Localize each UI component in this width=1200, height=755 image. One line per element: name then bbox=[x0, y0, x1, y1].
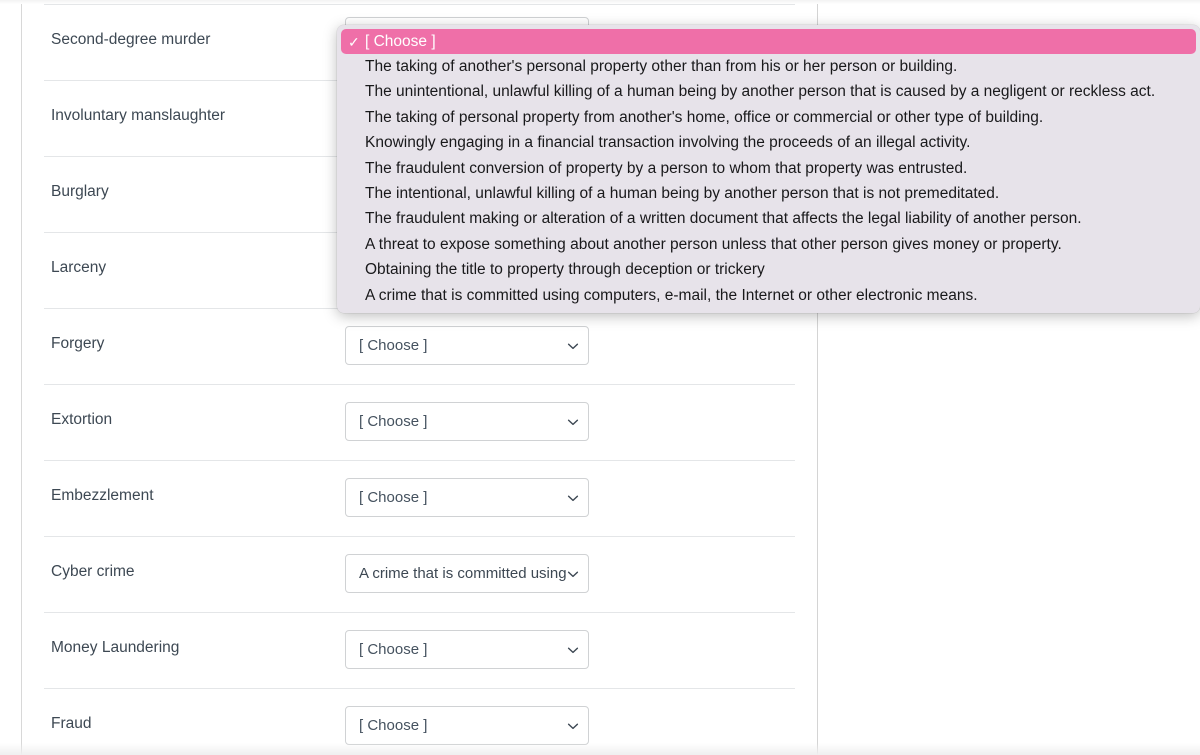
dropdown-option[interactable]: ✓The fraudulent making or alteration of … bbox=[337, 207, 1200, 232]
dropdown-option[interactable]: ✓The intentional, unlawful killing of a … bbox=[337, 181, 1200, 206]
check-icon: ✓ bbox=[348, 263, 365, 277]
dropdown-option[interactable]: ✓The fraudulent conversion of property b… bbox=[337, 156, 1200, 181]
row-divider bbox=[44, 536, 795, 537]
row-divider bbox=[44, 688, 795, 689]
select-value: [ Choose ] bbox=[359, 718, 566, 733]
dropdown-option[interactable]: ✓The taking of another's personal proper… bbox=[337, 54, 1200, 79]
dropdown-option-label: A crime that is committed using computer… bbox=[365, 287, 978, 305]
term-label: Extortion bbox=[51, 410, 112, 430]
answer-select-9[interactable]: [ Choose ] bbox=[345, 630, 589, 669]
term-label: Embezzlement bbox=[51, 486, 154, 506]
check-icon: ✓ bbox=[348, 60, 365, 74]
term-label: Second-degree murder bbox=[51, 30, 210, 50]
dropdown-option-label: The taking of personal property from ano… bbox=[365, 109, 1043, 127]
dropdown-option-label: [ Choose ] bbox=[365, 33, 436, 51]
check-icon: ✓ bbox=[348, 212, 365, 226]
select-value: A crime that is committed using computer… bbox=[359, 566, 566, 581]
select-value: [ Choose ] bbox=[359, 490, 566, 505]
dropdown-option-label: Knowingly engaging in a financial transa… bbox=[365, 134, 970, 152]
term-label: Cyber crime bbox=[51, 562, 135, 582]
dropdown-option[interactable]: ✓A crime that is committed using compute… bbox=[337, 283, 1200, 308]
answer-select-6[interactable]: [ Choose ] bbox=[345, 402, 589, 441]
dropdown-option-label: The fraudulent conversion of property by… bbox=[365, 160, 967, 178]
dropdown-option[interactable]: ✓[ Choose ] bbox=[341, 29, 1196, 54]
dropdown-option[interactable]: ✓Obtaining the title to property through… bbox=[337, 258, 1200, 283]
check-icon: ✓ bbox=[348, 35, 365, 49]
dropdown-option-label: The taking of another's personal propert… bbox=[365, 58, 957, 76]
select-value: [ Choose ] bbox=[359, 338, 566, 353]
answer-select-7[interactable]: [ Choose ] bbox=[345, 478, 589, 517]
dropdown-option[interactable]: ✓A threat to expose something about anot… bbox=[337, 232, 1200, 257]
check-icon: ✓ bbox=[348, 289, 365, 303]
check-icon: ✓ bbox=[348, 238, 365, 252]
chevron-down-icon bbox=[566, 643, 580, 657]
term-label: Burglary bbox=[51, 182, 109, 202]
select-dropdown-popup[interactable]: ✓[ Choose ]✓The taking of another's pers… bbox=[337, 25, 1200, 313]
dropdown-option-label: The unintentional, unlawful killing of a… bbox=[365, 83, 1155, 101]
dropdown-option-label: A threat to expose something about anoth… bbox=[365, 236, 1062, 254]
row-divider bbox=[44, 4, 795, 5]
chevron-down-icon bbox=[566, 491, 580, 505]
dropdown-option[interactable]: ✓Knowingly engaging in a financial trans… bbox=[337, 131, 1200, 156]
term-label: Money Laundering bbox=[51, 638, 179, 658]
check-icon: ✓ bbox=[348, 85, 365, 99]
chevron-down-icon bbox=[566, 719, 580, 733]
row-divider bbox=[44, 612, 795, 613]
row-divider bbox=[44, 460, 795, 461]
chevron-down-icon bbox=[566, 339, 580, 353]
term-label: Fraud bbox=[51, 714, 92, 734]
quiz-matching-page: Second-degree murder [ Choose ] Involuntar… bbox=[0, 0, 1200, 755]
dropdown-option[interactable]: ✓The taking of personal property from an… bbox=[337, 105, 1200, 130]
check-icon: ✓ bbox=[348, 111, 365, 125]
dropdown-option-label: The fraudulent making or alteration of a… bbox=[365, 210, 1082, 228]
term-label: Larceny bbox=[51, 258, 106, 278]
answer-select-10[interactable]: [ Choose ] bbox=[345, 706, 589, 745]
chevron-down-icon bbox=[566, 567, 580, 581]
term-label: Forgery bbox=[51, 334, 104, 354]
answer-select-5[interactable]: [ Choose ] bbox=[345, 326, 589, 365]
dropdown-option-label: Obtaining the title to property through … bbox=[365, 261, 765, 279]
select-value: [ Choose ] bbox=[359, 642, 566, 657]
check-icon: ✓ bbox=[348, 187, 365, 201]
dropdown-option-label: The intentional, unlawful killing of a h… bbox=[365, 185, 999, 203]
answer-select-8[interactable]: A crime that is committed using computer… bbox=[345, 554, 589, 593]
check-icon: ✓ bbox=[348, 136, 365, 150]
row-divider bbox=[44, 384, 795, 385]
check-icon: ✓ bbox=[348, 162, 365, 176]
dropdown-option[interactable]: ✓The unintentional, unlawful killing of … bbox=[337, 80, 1200, 105]
select-value: [ Choose ] bbox=[359, 414, 566, 429]
chevron-down-icon bbox=[566, 415, 580, 429]
term-label: Involuntary manslaughter bbox=[51, 106, 225, 126]
